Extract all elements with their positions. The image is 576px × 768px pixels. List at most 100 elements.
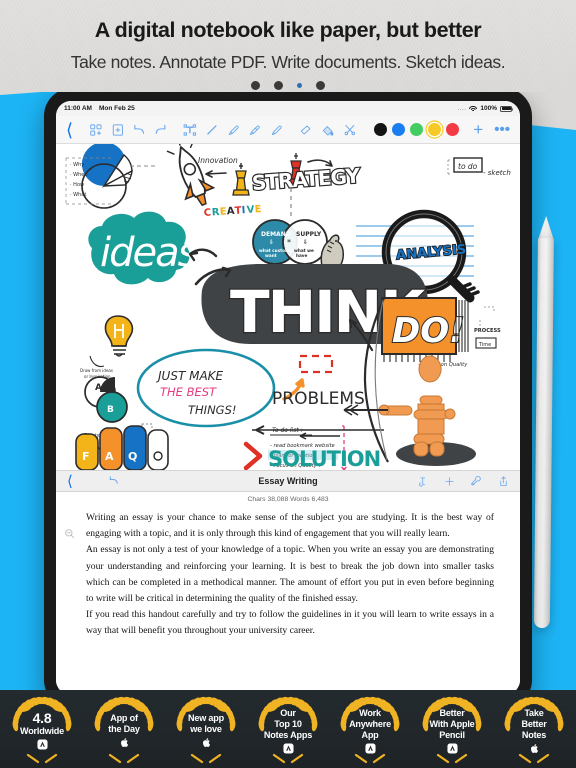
award-badge-text: New app we love: [166, 693, 246, 765]
color-yellow[interactable]: [428, 123, 442, 136]
page-subtitle: Take notes. Annotate PDF. Write document…: [70, 52, 506, 72]
award-badge-line: Notes Apps: [263, 729, 313, 740]
award-badge: New app we love: [166, 693, 246, 765]
sketch-canvas[interactable]: .hw{font-family:"DejaVu Sans",sans-serif…: [56, 144, 520, 470]
award-badge-line: we love: [190, 724, 222, 734]
app-store-icon: [36, 739, 48, 750]
pen-icon[interactable]: [248, 122, 262, 138]
wrench-settings-icon[interactable]: [471, 475, 482, 488]
more-options-icon[interactable]: •••: [494, 122, 510, 137]
award-badge-line: Pencil: [439, 729, 465, 740]
undo-icon[interactable]: [107, 474, 120, 489]
eraser-icon[interactable]: [299, 122, 313, 138]
award-badge-text: 4.8 Worldwide: [2, 693, 82, 765]
battery-full-icon: [500, 105, 514, 112]
svg-text:· What: · What: [70, 192, 86, 198]
award-badge-line: Worldwide: [19, 726, 64, 736]
text-box-icon[interactable]: [183, 122, 197, 138]
ipad-screen: 11:00 AM Mon Feb 25 .... 100% ⟨ + ••• · …: [56, 101, 520, 695]
svg-text:· How: · How: [70, 182, 84, 188]
award-badge-text: Our Top 10 Notes Apps: [248, 693, 328, 765]
svg-text:A: A: [105, 450, 114, 463]
award-badge-text: Take Better Notes: [494, 693, 574, 765]
document-paragraph: If you read this handout carefully and t…: [86, 609, 494, 637]
award-badge-line: Top 10: [274, 718, 302, 729]
awards-bar: 4.8 Worldwide App of the Day New app we lov…: [0, 690, 576, 768]
award-badge: Better With Apple Pencil: [412, 693, 492, 765]
share-icon[interactable]: [498, 475, 509, 488]
camera-dot: [274, 80, 283, 90]
fill-bucket-icon[interactable]: [321, 122, 335, 138]
svg-text:⇩: ⇩: [269, 239, 274, 246]
document-paragraph: An essay is not only a test of your know…: [86, 544, 494, 605]
svg-text:PROCESS: PROCESS: [474, 328, 501, 334]
color-black[interactable]: [374, 123, 388, 136]
line-tool-icon[interactable]: [205, 122, 219, 138]
award-badge-line: App: [361, 729, 379, 740]
status-date: Mon Feb 25: [98, 105, 135, 112]
award-badge-line: App of: [110, 713, 138, 723]
camera-dot: [316, 80, 325, 90]
award-badge-line: Work: [359, 707, 381, 718]
svg-text:SOLUTION: SOLUTION: [268, 447, 380, 470]
highlighter-icon[interactable]: [227, 122, 241, 138]
color-swatches: [374, 123, 460, 136]
svg-text:· When: · When: [70, 172, 88, 178]
svg-text:⇩: ⇩: [303, 239, 308, 246]
status-time: 11:00 AM: [64, 105, 92, 112]
add-color-button[interactable]: +: [473, 121, 483, 138]
award-badge: App of the Day: [84, 693, 164, 765]
app-store-icon: [364, 742, 376, 754]
document-stats: Chars 38,088 Words 6,483: [56, 492, 520, 506]
app-store-icon: [446, 742, 458, 754]
svg-text:Draw from ideas: Draw from ideas: [80, 368, 113, 373]
svg-text:THE BEST: THE BEST: [160, 385, 217, 399]
award-badge-text: Better With Apple Pencil: [412, 693, 492, 765]
award-badge-text: App of the Day: [84, 693, 164, 765]
app-store-icon: [282, 742, 294, 754]
device-camera-dots: [44, 78, 532, 92]
pencil-tip: [538, 216, 554, 240]
status-bar: 11:00 AM Mon Feb 25 .... 100%: [56, 101, 520, 116]
award-badge: Our Top 10 Notes Apps: [248, 693, 328, 765]
add-page-icon[interactable]: [111, 122, 125, 138]
color-blue[interactable]: [392, 123, 406, 136]
color-red[interactable]: [446, 123, 460, 136]
award-badge-text: Work Anywhere App: [330, 693, 410, 765]
svg-text:DO!: DO!: [392, 311, 465, 351]
redo-icon[interactable]: [154, 122, 168, 138]
svg-text:want: want: [265, 253, 277, 258]
award-badge-line: With Apple: [429, 718, 475, 729]
undo-icon[interactable]: [132, 122, 146, 138]
award-badge-line: Anywhere: [349, 718, 391, 729]
svg-text:SUPPLY: SUPPLY: [296, 231, 322, 238]
svg-text:have: have: [296, 253, 308, 258]
scissors-icon[interactable]: [343, 122, 357, 138]
apple-logo-icon: [201, 737, 212, 748]
svg-text:E: E: [254, 204, 262, 215]
apple-logo-icon: [119, 737, 130, 748]
award-badge-line: the Day: [108, 724, 140, 734]
wifi-icon: [469, 105, 478, 112]
add-icon[interactable]: [444, 475, 455, 488]
document-paragraph: Writing an essay is your chance to make …: [86, 512, 494, 540]
svg-text:STRATEGY: STRATEGY: [251, 163, 361, 195]
camera-dot: [251, 80, 260, 90]
format-text-icon[interactable]: [417, 475, 428, 488]
svg-text:B: B: [107, 405, 114, 415]
document-body[interactable]: Writing an essay is your chance to make …: [56, 506, 520, 686]
color-green[interactable]: [410, 123, 424, 136]
svg-text:Time: Time: [478, 342, 491, 348]
svg-text:- sketch: - sketch: [483, 169, 511, 177]
marker-icon[interactable]: [270, 122, 284, 138]
award-badge-line: 4.8: [32, 710, 52, 726]
sketch-artwork: .hw{font-family:"DejaVu Sans",sans-serif…: [65, 144, 511, 470]
chevron-left-icon[interactable]: ⟨: [67, 474, 73, 489]
zoom-out-icon[interactable]: [64, 528, 75, 539]
pages-grid-icon[interactable]: [89, 122, 103, 138]
svg-text:Q: Q: [128, 450, 137, 463]
chevron-left-icon[interactable]: ⟨: [66, 121, 73, 139]
camera-indicator-dot: [297, 82, 302, 88]
award-badge-line: Better: [439, 707, 465, 718]
award-badge-line: Take: [524, 707, 544, 718]
